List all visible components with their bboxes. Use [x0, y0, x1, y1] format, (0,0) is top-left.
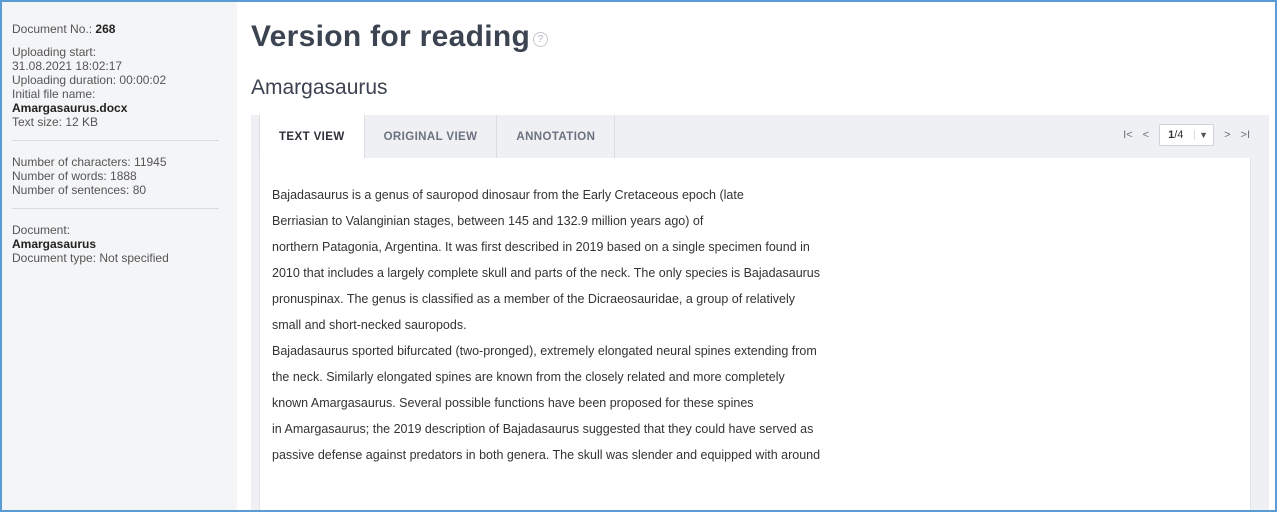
text-line: the neck. Similarly elongated spines are… [272, 370, 785, 384]
text-line: Berriasian to Valanginian stages, betwee… [272, 214, 704, 228]
text-line: passive defense against predators in bot… [272, 448, 821, 462]
words-count: Number of words: 1888 [12, 169, 137, 183]
upload-duration: Uploading duration: 00:00:02 [12, 73, 167, 87]
tab-text-view[interactable]: TEXT VIEW [259, 115, 365, 159]
page-title: Version for reading? [251, 20, 549, 54]
text-line: Bajadasaurus sported bifurcated (two-pro… [272, 344, 817, 358]
text-size: Text size: 12 KB [12, 115, 99, 129]
text-line: known Amargasaurus. Several possible fun… [272, 396, 754, 410]
view-tabs: TEXT VIEW ORIGINAL VIEW ANNOTATION [259, 115, 616, 159]
document-viewer: TEXT VIEW ORIGINAL VIEW ANNOTATION I< < … [251, 115, 1269, 510]
last-page-button[interactable]: >I [1236, 129, 1255, 141]
text-line: 2010 that includes a largely complete sk… [272, 266, 821, 280]
document-number: Document No.: 268 [12, 22, 116, 36]
text-line: small and short-necked sauropods. [272, 318, 467, 332]
text-line: Bajadasaurus is a genus of sauropod dino… [272, 188, 744, 202]
document-type: Document type: Not specified [12, 251, 169, 265]
divider [12, 140, 219, 141]
prev-page-button[interactable]: < [1138, 129, 1154, 141]
chevron-down-icon: ▼ [1194, 130, 1208, 140]
next-page-button[interactable]: > [1219, 129, 1235, 141]
tab-annotation[interactable]: ANNOTATION [497, 115, 616, 158]
sentences-count: Number of sentences: 80 [12, 183, 147, 197]
divider [12, 208, 219, 209]
text-line: northern Patagonia, Argentina. It was fi… [272, 240, 810, 254]
text-line: pronuspinax. The genus is classified as … [272, 292, 795, 306]
document-label: Document: [12, 223, 71, 237]
text-line: in Amargasaurus; the 2019 description of… [272, 422, 814, 436]
page-select[interactable]: 1/4 ▼ [1159, 124, 1215, 146]
document-name: Amargasaurus [12, 237, 97, 251]
app-frame: Document No.: 268 Uploading start: 31.08… [0, 0, 1277, 512]
initial-file-name: Amargasaurus.docx [12, 101, 128, 115]
first-page-button[interactable]: I< [1118, 129, 1137, 141]
document-info-sidebar: Document No.: 268 Uploading start: 31.08… [2, 2, 237, 510]
initial-file-label: Initial file name: [12, 87, 96, 101]
help-icon[interactable]: ? [533, 32, 549, 47]
upload-start-label: Uploading start: [12, 45, 97, 59]
tab-original-view[interactable]: ORIGINAL VIEW [365, 115, 498, 158]
main-panel: Version for reading? Amargasaurus TEXT V… [237, 2, 1275, 510]
characters-count: Number of characters: 11945 [12, 155, 167, 169]
page-indicator: 1/4 [1168, 129, 1184, 141]
page-navigator: I< < 1/4 ▼ > >I [1118, 123, 1255, 147]
upload-start-value: 31.08.2021 18:02:17 [12, 59, 123, 73]
document-subtitle: Amargasaurus [251, 76, 388, 99]
text-content: Bajadasaurus is a genus of sauropod dino… [259, 158, 1251, 510]
